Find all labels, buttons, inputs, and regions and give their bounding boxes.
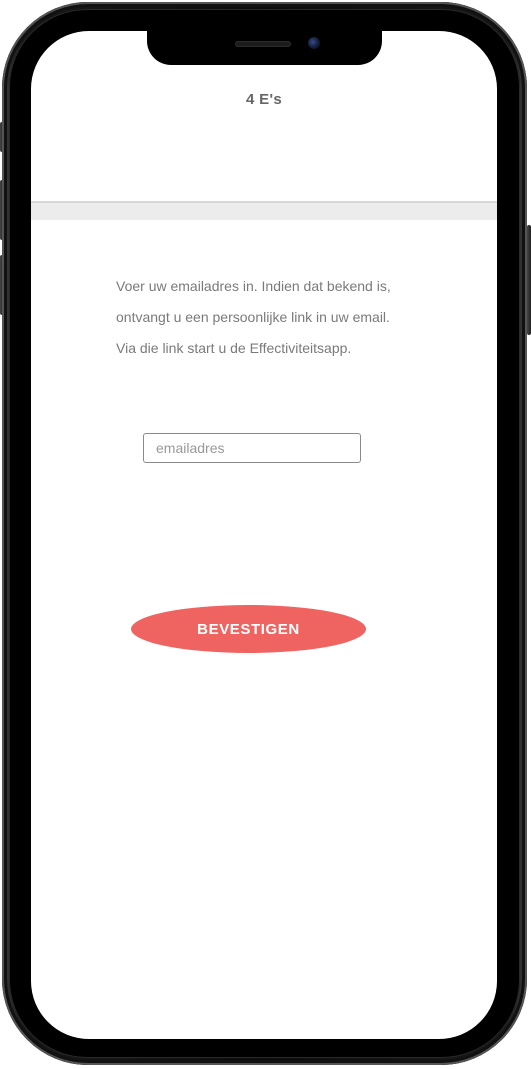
confirm-button[interactable]: BEVESTIGEN [131, 605, 366, 653]
intro-text: Voer uw emailadres in. Indien dat bekend… [116, 271, 456, 364]
app-title: 4 E's [246, 91, 282, 108]
header-divider [31, 201, 497, 220]
speaker-grille-icon [235, 41, 291, 47]
intro-line-1: Voer uw emailadres in. Indien dat bekend… [116, 278, 391, 294]
email-input[interactable] [143, 433, 361, 463]
intro-line-3: Via die link start u de Effectiviteitsap… [116, 340, 352, 356]
notch [147, 31, 382, 65]
app-screen: 4 E's Voer uw emailadres in. Indien dat … [31, 31, 497, 1039]
phone-mockup: 4 E's Voer uw emailadres in. Indien dat … [0, 0, 531, 1069]
front-camera-icon [308, 37, 320, 49]
power-button [527, 225, 531, 335]
intro-line-2: ontvangt u een persoonlijke link in uw e… [116, 309, 390, 325]
